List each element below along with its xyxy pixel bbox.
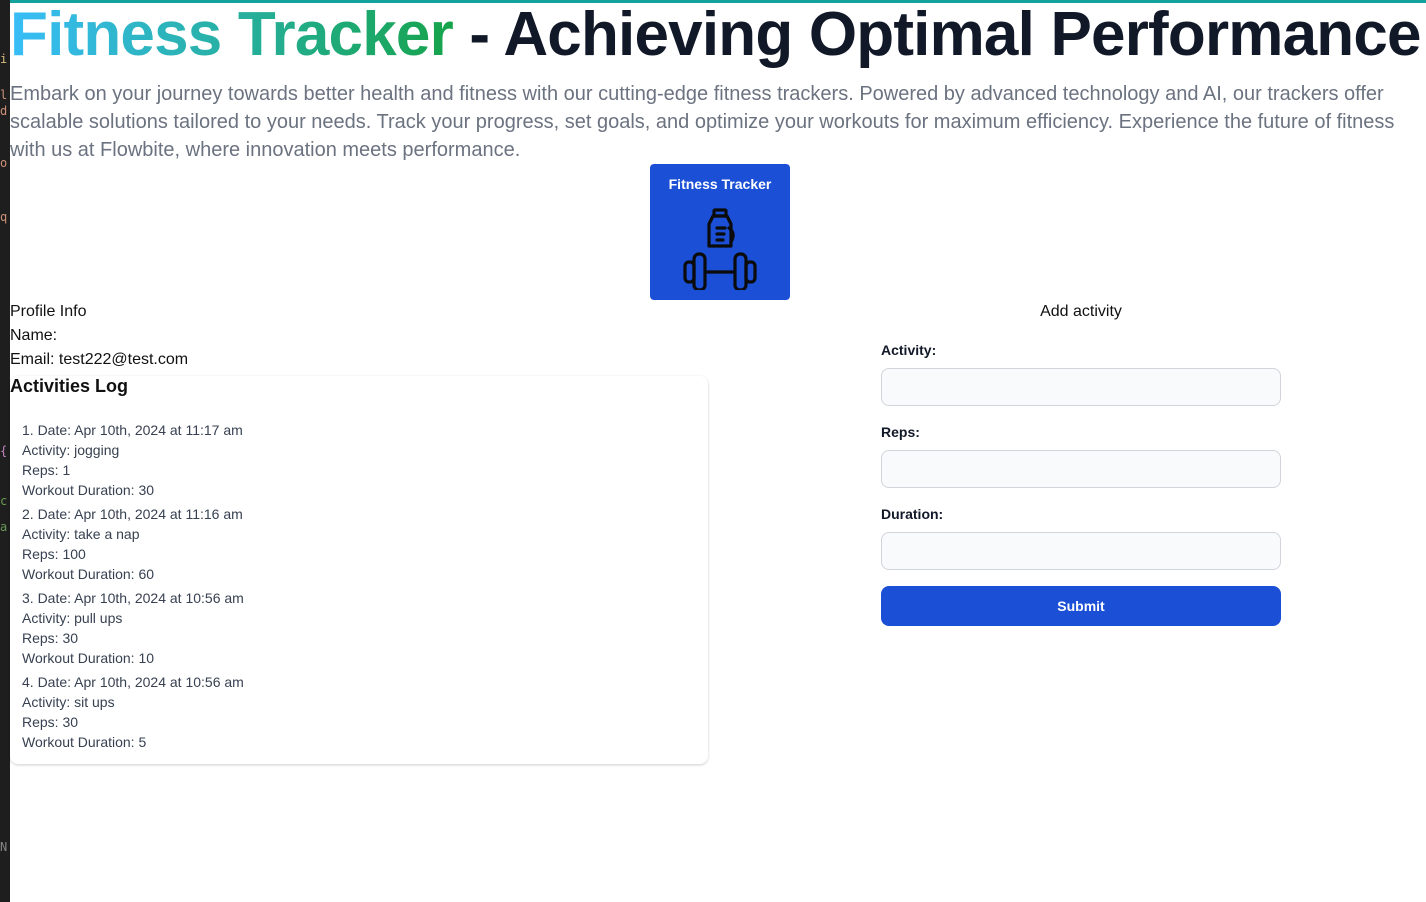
- log-entry-reps: Reps: 30: [22, 714, 79, 730]
- log-entry-reps: Reps: 30: [22, 630, 79, 646]
- log-entry: 3. Date: Apr 10th, 2024 at 10:56 am Acti…: [22, 588, 244, 672]
- activities-log-card: 1. Date: Apr 10th, 2024 at 11:17 am Acti…: [10, 376, 708, 764]
- log-entry-activity: Activity: take a nap: [22, 526, 140, 542]
- page-content: Fitness Tracker - Achieving Optimal Perf…: [10, 0, 1426, 902]
- activities-log-heading: Activities Log: [10, 376, 129, 396]
- duration-label: Duration:: [881, 506, 944, 522]
- log-entry-date: 3. Date: Apr 10th, 2024 at 10:56 am: [22, 590, 244, 606]
- profile-info: Profile Info Name: Email: test222@test.c…: [10, 300, 188, 372]
- fitness-tracker-card[interactable]: Fitness Tracker: [650, 164, 790, 300]
- reps-label: Reps:: [881, 424, 920, 440]
- activity-input[interactable]: [881, 368, 1281, 406]
- log-entry-reps: Reps: 1: [22, 462, 71, 478]
- tracker-card-title: Fitness Tracker: [668, 176, 772, 192]
- hero-title: Fitness Tracker - Achieving Optimal Perf…: [10, 0, 1422, 69]
- duration-input[interactable]: [881, 532, 1281, 570]
- profile-name: Name:: [10, 327, 58, 344]
- reps-input[interactable]: [881, 450, 1281, 488]
- log-entry-duration: Workout Duration: 5: [22, 734, 147, 750]
- log-entry: 4. Date: Apr 10th, 2024 at 10:56 am Acti…: [22, 672, 244, 756]
- editor-edge-strip: i l d o q { c a N: [0, 0, 10, 902]
- add-activity-heading: Add activity: [1040, 303, 1122, 320]
- submit-button[interactable]: Submit: [881, 586, 1281, 626]
- log-entry-duration: Workout Duration: 30: [22, 482, 155, 498]
- log-entry-date: 2. Date: Apr 10th, 2024 at 11:16 am: [22, 506, 243, 522]
- hero-title-highlight: Fitness Tracker: [10, 0, 454, 69]
- log-entry-activity: Activity: sit ups: [22, 694, 115, 710]
- log-entry-activity: Activity: jogging: [22, 442, 120, 458]
- log-entry-reps: Reps: 100: [22, 546, 86, 562]
- log-entry-date: 4. Date: Apr 10th, 2024 at 10:56 am: [22, 674, 244, 690]
- activities-log-list: 1. Date: Apr 10th, 2024 at 11:17 am Acti…: [22, 420, 244, 756]
- hero-description: Embark on your journey towards better he…: [10, 83, 1395, 161]
- log-entry: 1. Date: Apr 10th, 2024 at 11:17 am Acti…: [22, 420, 244, 504]
- log-entry-duration: Workout Duration: 10: [22, 650, 155, 666]
- log-entry-activity: Activity: pull ups: [22, 610, 123, 626]
- log-entry: 2. Date: Apr 10th, 2024 at 11:16 am Acti…: [22, 504, 244, 588]
- log-entry-duration: Workout Duration: 60: [22, 566, 155, 582]
- profile-email: Email: test222@test.com: [10, 351, 189, 368]
- activity-label: Activity:: [881, 342, 937, 358]
- profile-heading: Profile Info: [10, 303, 87, 320]
- log-entry-date: 1. Date: Apr 10th, 2024 at 11:17 am: [22, 422, 243, 438]
- hero-title-rest: - Achieving Optimal Performance: [452, 0, 1421, 69]
- fitness-bottle-dumbbell-icon: [683, 208, 757, 290]
